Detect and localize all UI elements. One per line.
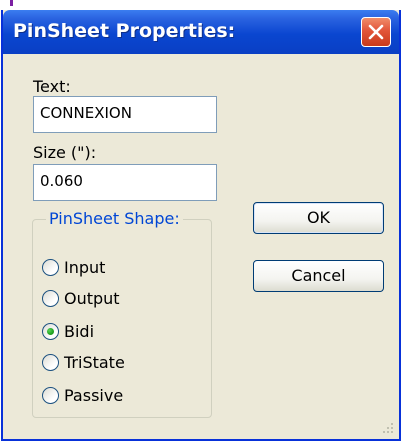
text-field[interactable]: CONNEXION <box>33 96 217 133</box>
window-title: PinSheet Properties: <box>13 20 236 42</box>
radio-output[interactable]: Output <box>42 288 202 312</box>
close-button[interactable] <box>361 17 391 47</box>
radio-passive[interactable]: Passive <box>42 385 202 409</box>
radio-button-icon[interactable] <box>42 323 59 340</box>
radio-button-icon[interactable] <box>42 354 59 371</box>
resize-grip-icon[interactable] <box>380 420 394 434</box>
left-edge-marker <box>10 0 13 6</box>
radio-label: Passive <box>64 386 124 405</box>
radio-label: Output <box>64 289 120 308</box>
radio-button-icon[interactable] <box>42 387 59 404</box>
radio-label: TriState <box>64 353 125 372</box>
cancel-button[interactable]: Cancel <box>253 260 384 292</box>
pinsheet-shape-group-title: PinSheet Shape: <box>46 209 183 228</box>
radio-label: Input <box>64 258 106 277</box>
text-label: Text: <box>33 77 71 96</box>
radio-button-icon[interactable] <box>42 290 59 307</box>
close-icon <box>368 24 384 40</box>
radio-button-icon[interactable] <box>42 259 59 276</box>
size-field[interactable]: 0.060 <box>33 164 217 201</box>
ok-button[interactable]: OK <box>253 202 384 234</box>
radio-input[interactable]: Input <box>42 257 202 281</box>
size-label: Size ("): <box>33 143 97 162</box>
radio-tristate[interactable]: TriState <box>42 352 202 376</box>
radio-label: Bidi <box>64 322 95 341</box>
radio-bidi[interactable]: Bidi <box>42 321 202 345</box>
screenshot-stage: PinSheet Properties: Text: CONNEXION Siz… <box>0 0 401 441</box>
title-bar[interactable]: PinSheet Properties: <box>3 10 399 54</box>
radio-selected-dot <box>47 328 54 335</box>
